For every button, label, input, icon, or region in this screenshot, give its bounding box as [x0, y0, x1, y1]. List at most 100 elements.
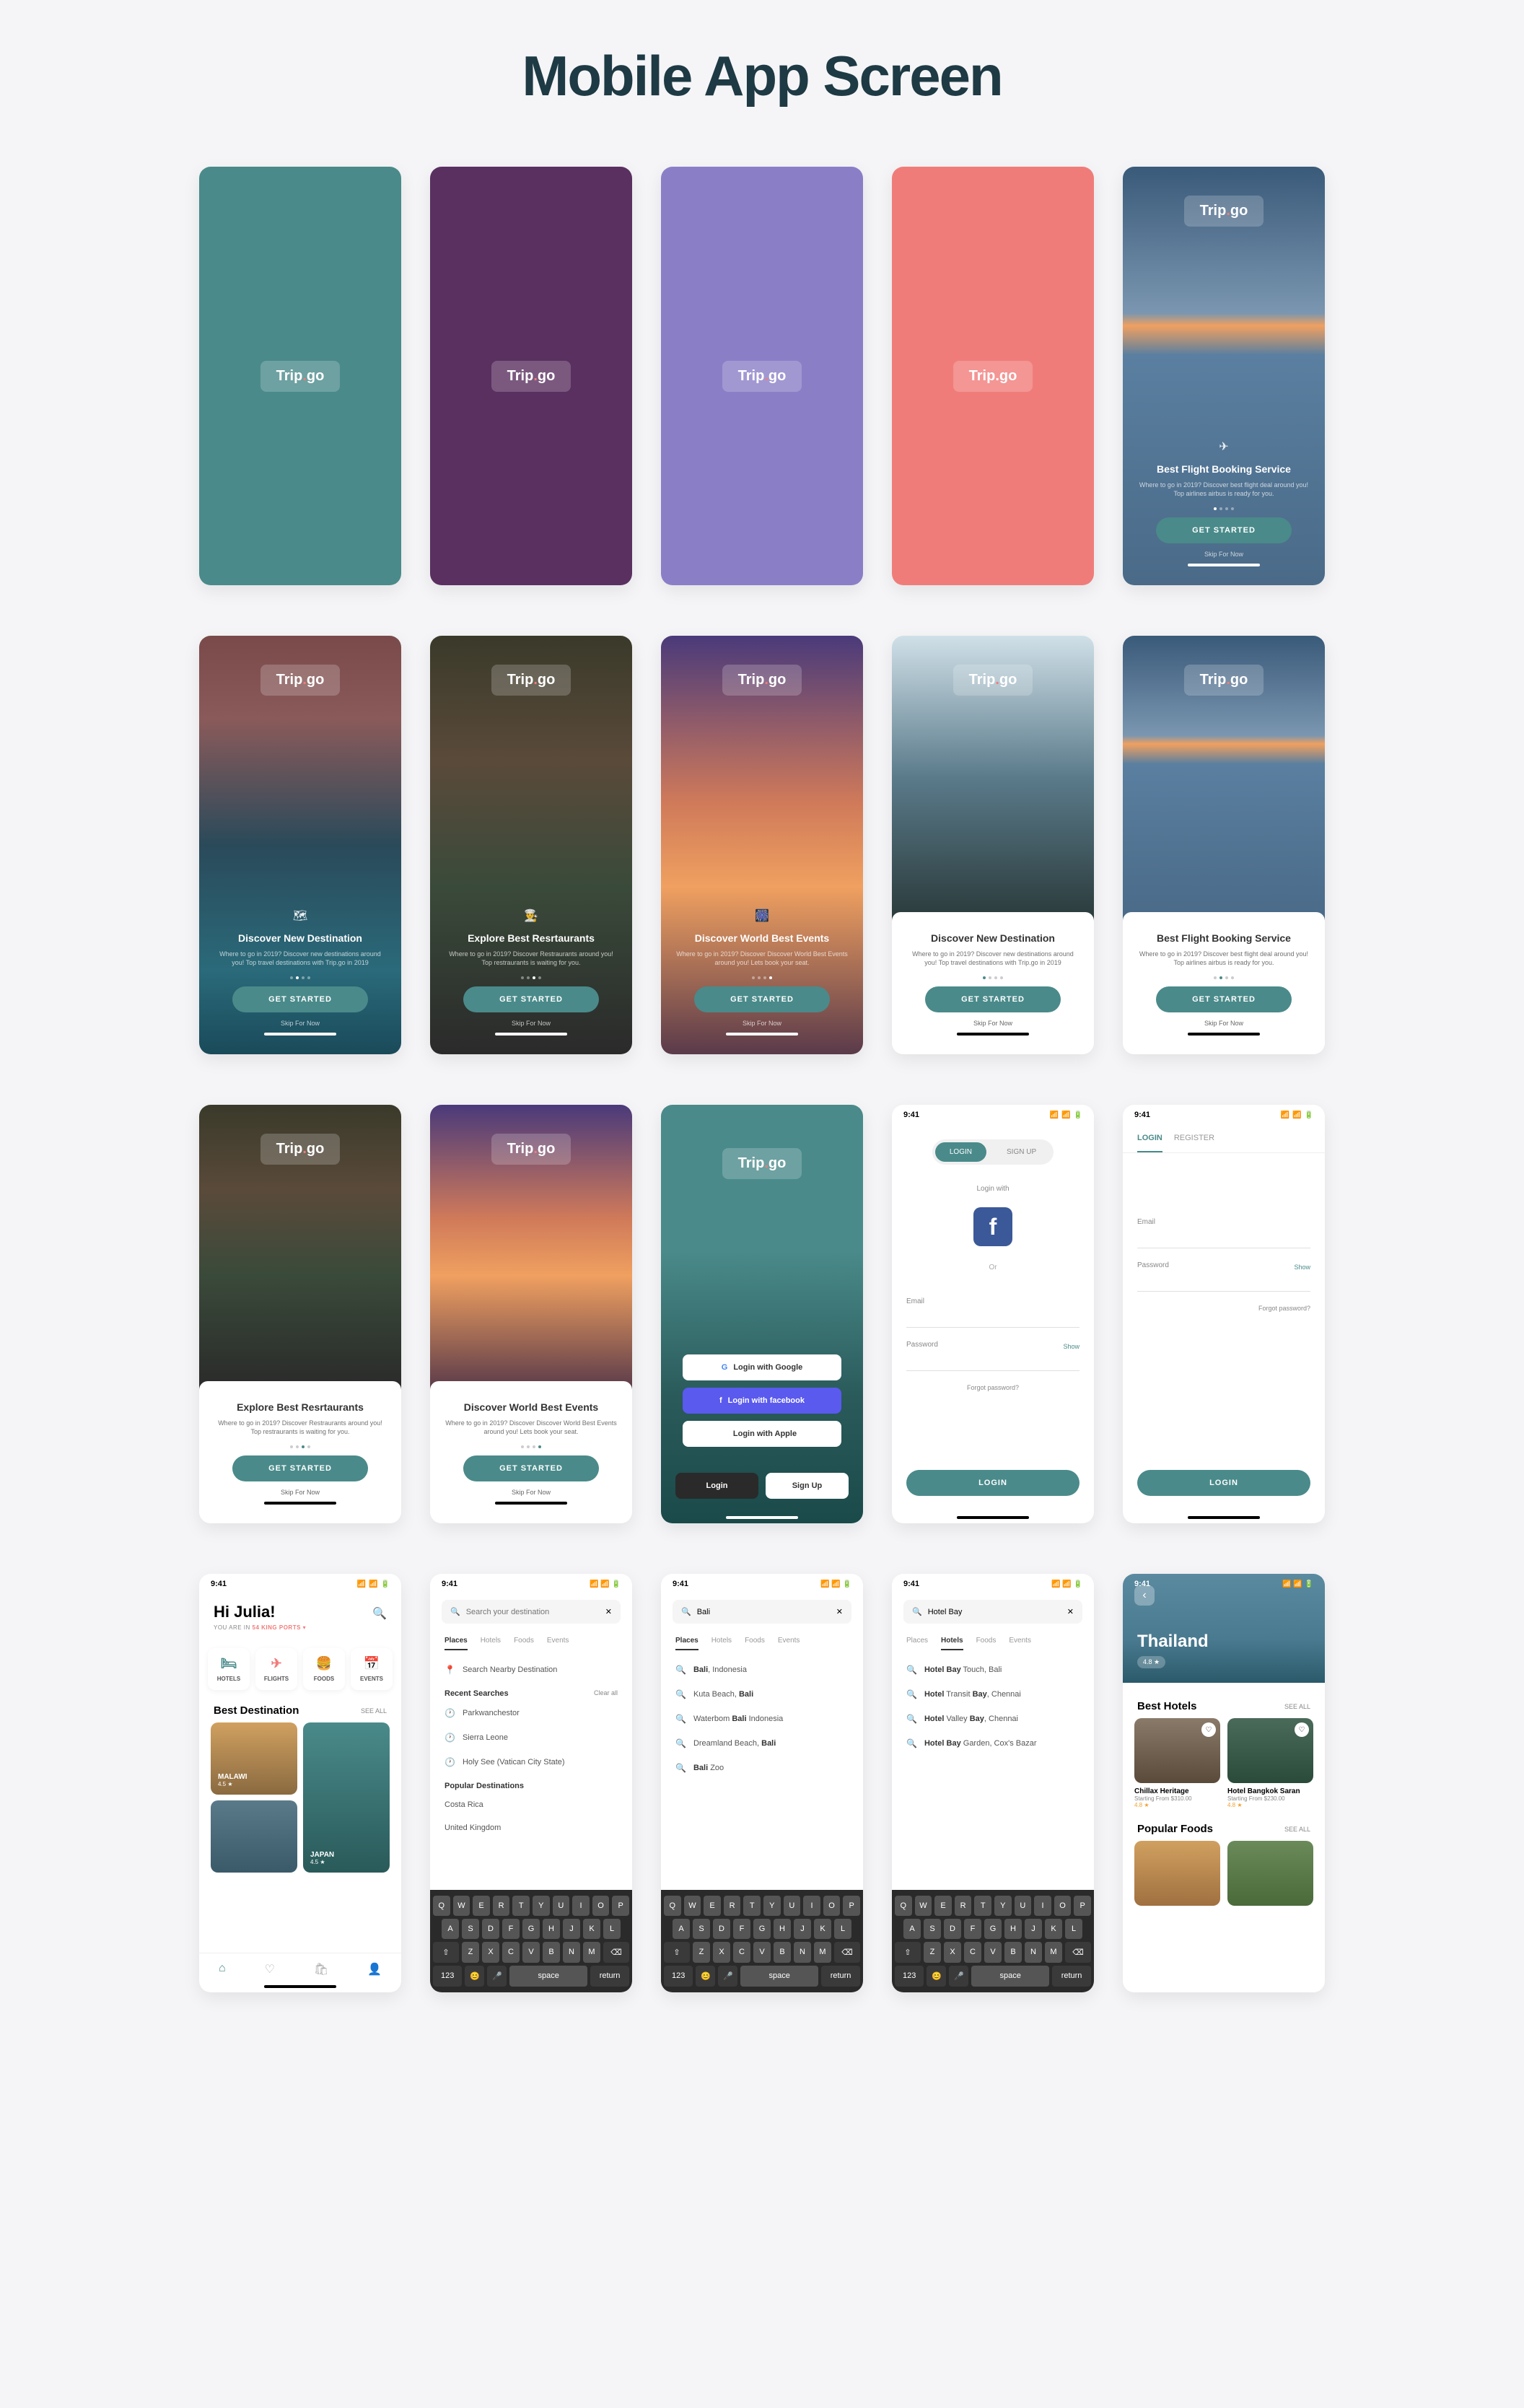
skip-link[interactable]: Skip For Now: [1137, 1020, 1310, 1027]
result-item[interactable]: 🔍Hotel Bay Garden, Cox's Bazar: [892, 1731, 1094, 1756]
key[interactable]: F: [964, 1919, 981, 1939]
key[interactable]: L: [603, 1919, 621, 1939]
key[interactable]: D: [944, 1919, 961, 1939]
emoji-key[interactable]: 😊: [696, 1966, 715, 1987]
key[interactable]: F: [502, 1919, 520, 1939]
key[interactable]: Y: [994, 1896, 1012, 1916]
key[interactable]: M: [814, 1942, 831, 1963]
category-events[interactable]: 📅EVENTS: [351, 1648, 393, 1690]
recent-item[interactable]: 🕐Holy See (Vatican City State): [430, 1750, 632, 1774]
tab-places[interactable]: Places: [675, 1637, 698, 1650]
key[interactable]: S: [462, 1919, 479, 1939]
key[interactable]: V: [522, 1942, 540, 1963]
get-started-button[interactable]: GET STARTED: [463, 1455, 599, 1481]
key[interactable]: L: [1065, 1919, 1082, 1939]
result-item[interactable]: 🔍Hotel Valley Bay, Chennai: [892, 1707, 1094, 1731]
key[interactable]: W: [453, 1896, 470, 1916]
key[interactable]: J: [1025, 1919, 1042, 1939]
get-started-button[interactable]: GET STARTED: [463, 986, 599, 1012]
key[interactable]: P: [612, 1896, 629, 1916]
show-password-link[interactable]: Show: [1294, 1264, 1310, 1271]
shift-key[interactable]: ⇧: [433, 1942, 459, 1963]
key[interactable]: V: [753, 1942, 771, 1963]
nearby-row[interactable]: 📍Search Nearby Destination: [430, 1658, 632, 1682]
tab-register[interactable]: REGISTER: [1174, 1125, 1214, 1152]
mic-key[interactable]: 🎤: [718, 1966, 737, 1987]
login-button[interactable]: Login: [675, 1473, 758, 1499]
nav-profile-icon[interactable]: 👤: [367, 1962, 382, 1976]
apple-login-button[interactable]: Login with Apple: [683, 1421, 841, 1447]
key[interactable]: E: [704, 1896, 721, 1916]
recent-item[interactable]: 🕐Parkwanchestor: [430, 1701, 632, 1725]
key[interactable]: X: [944, 1942, 961, 1963]
get-started-button[interactable]: GET STARTED: [1156, 986, 1292, 1012]
key[interactable]: J: [563, 1919, 580, 1939]
key[interactable]: W: [915, 1896, 932, 1916]
tab-events[interactable]: Events: [547, 1637, 569, 1650]
key[interactable]: X: [482, 1942, 499, 1963]
key[interactable]: Q: [433, 1896, 450, 1916]
facebook-login-button[interactable]: fLogin with facebook: [683, 1388, 841, 1414]
password-input[interactable]: [906, 1352, 1080, 1371]
key[interactable]: E: [473, 1896, 490, 1916]
food-card[interactable]: [1227, 1841, 1313, 1906]
return-key[interactable]: return: [590, 1966, 629, 1987]
get-started-button[interactable]: GET STARTED: [925, 986, 1061, 1012]
facebook-button[interactable]: f: [973, 1207, 1012, 1246]
favorite-button[interactable]: ♡: [1201, 1722, 1216, 1737]
tab-events[interactable]: Events: [778, 1637, 800, 1650]
key[interactable]: T: [743, 1896, 761, 1916]
key[interactable]: Z: [693, 1942, 710, 1963]
key[interactable]: K: [1045, 1919, 1062, 1939]
key[interactable]: G: [984, 1919, 1002, 1939]
favorite-button[interactable]: ♡: [1295, 1722, 1309, 1737]
destination-card[interactable]: [211, 1800, 297, 1873]
see-all-link[interactable]: SEE ALL: [1284, 1826, 1310, 1833]
nav-heart-icon[interactable]: ♡: [265, 1962, 275, 1976]
mic-key[interactable]: 🎤: [949, 1966, 968, 1987]
result-item[interactable]: 🔍Kuta Beach, Bali: [661, 1682, 863, 1707]
email-input[interactable]: [906, 1308, 1080, 1328]
password-input[interactable]: [1137, 1272, 1310, 1292]
space-key[interactable]: space: [509, 1966, 587, 1987]
key[interactable]: V: [984, 1942, 1002, 1963]
recent-item[interactable]: 🕐Sierra Leone: [430, 1725, 632, 1750]
skip-link[interactable]: Skip For Now: [444, 1489, 618, 1496]
food-card[interactable]: [1134, 1841, 1220, 1906]
key[interactable]: O: [823, 1896, 841, 1916]
destination-card[interactable]: MALAWI4.5 ★: [211, 1722, 297, 1795]
shift-key[interactable]: ⇧: [664, 1942, 690, 1963]
hotel-card[interactable]: ♡ Chillax Heritage Starting From $310.00…: [1134, 1718, 1220, 1808]
tab-foods[interactable]: Foods: [976, 1637, 997, 1650]
login-button[interactable]: LOGIN: [906, 1470, 1080, 1496]
key[interactable]: A: [442, 1919, 459, 1939]
key[interactable]: N: [563, 1942, 580, 1963]
tab-foods[interactable]: Foods: [745, 1637, 765, 1650]
popular-item[interactable]: United Kingdom: [430, 1816, 632, 1839]
chevron-down-icon[interactable]: ▾: [303, 1624, 307, 1631]
key[interactable]: K: [814, 1919, 831, 1939]
key[interactable]: W: [684, 1896, 701, 1916]
skip-link[interactable]: Skip For Now: [675, 1020, 849, 1027]
key[interactable]: B: [1004, 1942, 1022, 1963]
nav-home-icon[interactable]: ⌂: [219, 1962, 226, 1976]
get-started-button[interactable]: GET STARTED: [694, 986, 830, 1012]
key[interactable]: C: [964, 1942, 981, 1963]
key[interactable]: U: [784, 1896, 801, 1916]
key[interactable]: N: [794, 1942, 811, 1963]
key[interactable]: H: [774, 1919, 791, 1939]
category-hotels[interactable]: 🛏HOTELS: [208, 1648, 250, 1690]
key[interactable]: T: [974, 1896, 991, 1916]
key[interactable]: U: [1015, 1896, 1032, 1916]
close-icon[interactable]: ✕: [605, 1607, 612, 1616]
see-all-link[interactable]: SEE ALL: [361, 1707, 387, 1715]
delete-key[interactable]: ⌫: [834, 1942, 860, 1963]
key[interactable]: K: [583, 1919, 600, 1939]
key[interactable]: S: [924, 1919, 941, 1939]
skip-link[interactable]: Skip For Now: [1137, 551, 1310, 558]
google-login-button[interactable]: GLogin with Google: [683, 1354, 841, 1380]
search-input[interactable]: [928, 1608, 1061, 1616]
get-started-button[interactable]: GET STARTED: [1156, 517, 1292, 543]
key[interactable]: Q: [664, 1896, 681, 1916]
search-input[interactable]: [697, 1608, 831, 1616]
